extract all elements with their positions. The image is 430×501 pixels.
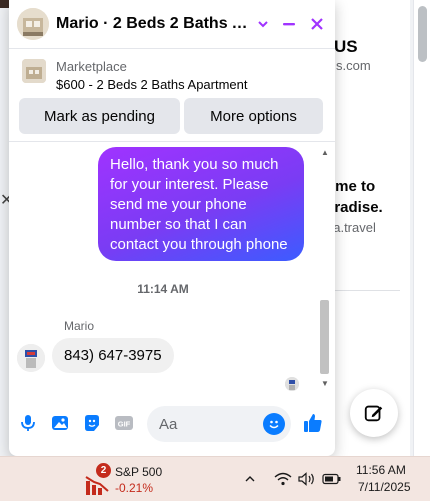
- sticker-icon[interactable]: [81, 412, 103, 434]
- message-bubble-outgoing[interactable]: Hello, thank you so much for your intere…: [98, 147, 304, 261]
- stock-change: -0.21%: [115, 481, 154, 495]
- sponsored-domain: s.com: [336, 58, 371, 73]
- marketplace-label: Marketplace: [56, 59, 127, 74]
- chat-window: Mario · 2 Beds 2 Baths Ap... Marketplace…: [9, 0, 335, 456]
- sender-name: Mario: [64, 319, 95, 333]
- message-composer: GIF Aa: [9, 402, 335, 446]
- scroll-up-icon[interactable]: ▲: [321, 148, 329, 157]
- avatar[interactable]: [17, 344, 45, 372]
- minimize-icon[interactable]: [277, 12, 301, 36]
- emoji-icon[interactable]: [263, 413, 285, 435]
- gif-icon[interactable]: GIF: [113, 412, 135, 434]
- clock-time[interactable]: 11:56 AM: [356, 463, 406, 477]
- taskbar: 2 S&P 500 -0.21% 11:56 AM 7/11/2025: [0, 456, 430, 501]
- message-input-placeholder: Aa: [159, 415, 178, 433]
- svg-text:GIF: GIF: [118, 420, 131, 429]
- listing-thumbnail[interactable]: [22, 59, 46, 83]
- message-input[interactable]: Aa: [147, 406, 291, 442]
- listing-title[interactable]: $600 - 2 Beds 2 Baths Apartment: [56, 77, 248, 92]
- stock-name: S&P 500: [115, 465, 163, 479]
- thumbs-up-icon[interactable]: [301, 411, 325, 435]
- seen-avatar: [285, 377, 299, 391]
- chevron-up-icon[interactable]: [244, 471, 256, 487]
- clock-date[interactable]: 7/11/2025: [358, 480, 411, 494]
- mark-as-pending-button[interactable]: Mark as pending: [19, 98, 180, 134]
- scroll-down-icon[interactable]: ▼: [321, 379, 329, 388]
- chevron-down-icon[interactable]: [251, 12, 275, 36]
- compose-icon: [364, 405, 383, 422]
- notification-badge: 2: [96, 463, 111, 478]
- scrollbar-thumb[interactable]: [320, 300, 329, 374]
- battery-icon[interactable]: [322, 471, 342, 487]
- chat-title[interactable]: Mario · 2 Beds 2 Baths Ap...: [56, 15, 256, 33]
- stock-widget[interactable]: 2 S&P 500 -0.21%: [84, 461, 174, 497]
- message-timestamp: 11:14 AM: [137, 282, 189, 296]
- photo-icon[interactable]: [49, 412, 71, 434]
- new-message-button[interactable]: [350, 389, 398, 437]
- volume-icon[interactable]: [298, 471, 316, 487]
- message-scrollbar[interactable]: ▲ ▼: [319, 148, 331, 388]
- sponsored-title[interactable]: US: [334, 37, 358, 57]
- chat-header[interactable]: Mario · 2 Beds 2 Baths Ap...: [9, 0, 335, 49]
- microphone-icon[interactable]: [17, 412, 39, 434]
- page-scrollbar[interactable]: [413, 0, 430, 456]
- more-options-button[interactable]: More options: [184, 98, 323, 134]
- scrollbar-thumb[interactable]: [418, 6, 427, 62]
- wifi-icon[interactable]: [274, 471, 292, 487]
- message-list: Hello, thank you so much for your intere…: [9, 142, 335, 394]
- message-bubble-incoming[interactable]: 843) 647-3975: [52, 338, 174, 373]
- avatar[interactable]: [17, 8, 49, 40]
- close-icon[interactable]: [305, 12, 329, 36]
